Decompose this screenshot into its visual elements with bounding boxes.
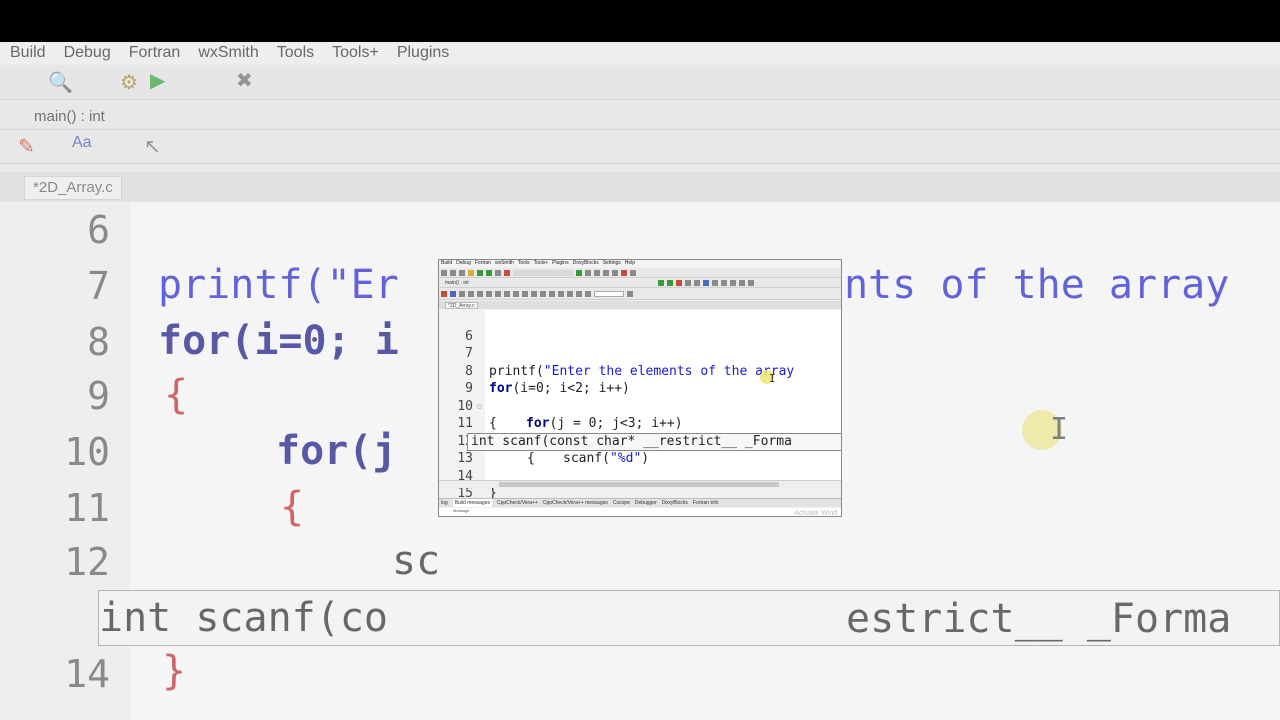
code-editor[interactable]: 6 7 printf("Enter the elements of the ar… [439,310,841,502]
box-x-icon[interactable] [486,290,492,297]
scope-dropdown[interactable]: main() : int [445,280,469,286]
menu-tools[interactable]: Tools [518,260,530,267]
debug-stepout-icon[interactable] [612,269,618,276]
log-tab[interactable]: CppCheck/Vera++ [497,499,538,507]
highlight-icon[interactable] [441,290,447,297]
shape-icon[interactable] [540,290,546,297]
build-gear-icon[interactable] [468,269,474,276]
activate-windows-watermark: Activate Wind [794,510,837,517]
build-run-icon[interactable] [486,269,492,276]
log-tab[interactable]: Fortran info [693,499,719,507]
zoom-in-icon[interactable] [558,290,564,297]
select-pointer-icon[interactable] [468,290,474,297]
abort-icon[interactable] [504,269,510,276]
menu-build[interactable]: Build [441,260,452,267]
doxy-help-icon[interactable] [711,279,718,286]
log-column-header: Message [439,508,841,516]
tab-2d-array[interactable]: *2D_Array.c [445,302,478,309]
log-tab[interactable]: log [441,499,448,507]
block4-icon[interactable] [531,290,537,297]
debug-step-icon[interactable] [585,269,591,276]
box-slash-icon[interactable] [495,290,501,297]
menu-help[interactable]: Help [625,260,635,267]
editor-tabbar: *2D_Array.c [439,301,841,309]
bookmark-prev-icon[interactable] [684,279,691,286]
search-icon[interactable] [450,269,456,276]
debug-stop-icon[interactable] [621,269,627,276]
zoom-out-icon[interactable] [567,290,573,297]
nav-next-icon[interactable] [747,279,754,286]
horizontal-scrollbar[interactable] [439,480,841,488]
open-icon[interactable] [441,269,447,276]
log-tab[interactable]: CppCheck/Vera++ messages [543,499,608,507]
menu-doxyblocks[interactable]: DoxyBlocks [573,260,599,267]
jump-forward-icon[interactable] [666,279,673,286]
code-line-8: 8 for(i=0; i<2; i++) [439,345,841,397]
c-icon[interactable] [585,290,591,297]
log-tab-build-messages[interactable]: Build messages [452,499,492,507]
block3-icon[interactable] [522,290,528,297]
block-icon[interactable] [504,290,510,297]
find-icon[interactable] [627,290,633,297]
toolbar-scope: main() : int [439,278,841,288]
code-line-7: 7 printf("Enter the elements of the arra… [439,328,841,379]
rebuild-icon[interactable] [495,269,501,276]
s-icon[interactable] [576,290,582,297]
scrollbar-thumb[interactable] [499,482,779,487]
debug-start-icon[interactable] [576,269,582,276]
logs-tabbar: log Build messages CppCheck/Vera++ CppCh… [439,498,841,507]
toolbar-edit [439,288,841,300]
code-line-6: 6 [439,310,841,344]
code-line-14: 14 } [439,450,841,502]
jump-back-icon[interactable] [657,279,664,286]
menu-fortran[interactable]: Fortran [475,260,491,267]
function-calltip: int scanf(const char* __restrict__ _Form… [467,433,841,451]
run-icon[interactable] [477,269,483,276]
doxy-comment-icon[interactable] [702,279,709,286]
search-field[interactable] [594,290,624,297]
code-line-11: 11 ⊟ { [439,398,841,466]
wrench-icon[interactable] [720,279,727,286]
code-line-12: 12 scanf("%d") [439,415,841,467]
rect-icon[interactable] [477,290,483,297]
block2-icon[interactable] [513,290,519,297]
target-dropdown-icon[interactable] [513,269,573,276]
menu-settings[interactable]: Settings [603,260,621,267]
log-tab[interactable]: Debugger [635,499,657,507]
menu-wxsmith[interactable]: wxSmith [495,260,514,267]
code-line-10: 10 for(j = 0; j<3; i++) [439,380,841,432]
nav-prev-icon[interactable] [729,279,736,286]
debug-window-icon[interactable] [630,269,636,276]
toolbar-main [439,268,841,278]
log-tab[interactable]: DoxyBlocks [662,499,688,507]
bookmark-next-icon[interactable] [693,279,700,286]
ibeam-cursor-icon: I [769,372,776,385]
log-tab[interactable]: Cscope [613,499,630,507]
replace-icon[interactable] [459,269,465,276]
menubar: Build Debug Fortran wxSmith Tools Tools+… [439,260,841,267]
nav-dot-icon[interactable] [738,279,745,286]
match-case-icon[interactable] [450,290,456,297]
shape2-icon[interactable] [549,290,555,297]
ide-window: Build Debug Fortran wxSmith Tools Tools+… [438,259,842,517]
menu-toolsplus[interactable]: Tools+ [534,260,549,267]
code-line-9: 9 ⊟ { [439,363,841,431]
menu-debug[interactable]: Debug [456,260,471,267]
menu-plugins[interactable]: Plugins [552,260,568,267]
bookmark-toggle-icon[interactable] [675,279,682,286]
debug-stepin-icon[interactable] [603,269,609,276]
regex-icon[interactable] [459,290,465,297]
debug-next-icon[interactable] [594,269,600,276]
